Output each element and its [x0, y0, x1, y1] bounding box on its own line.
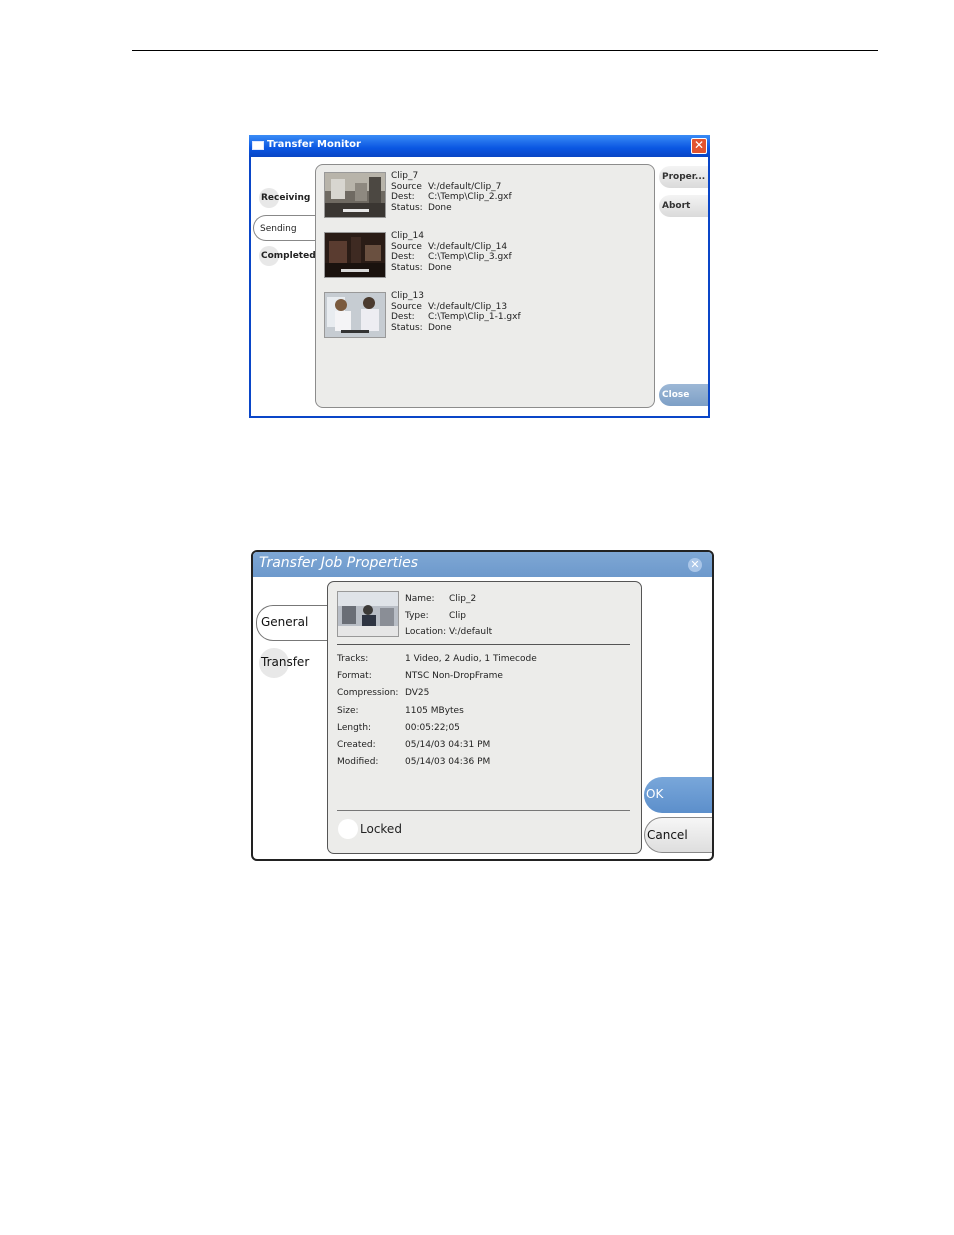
- list-item[interactable]: Clip_7 Source V:/default/Clip_7 Dest: C:\T…: [324, 171, 644, 220]
- location-label: Location:: [405, 627, 447, 637]
- page-header-rule: [132, 50, 878, 51]
- field-value: DV25: [405, 688, 430, 698]
- status-label: Status:: [391, 202, 423, 213]
- location-value: V:/default: [449, 627, 493, 637]
- close-icon[interactable]: ✕: [688, 558, 702, 572]
- ok-button[interactable]: OK: [644, 777, 712, 813]
- source-value: V:/default/Clip_13: [428, 301, 508, 312]
- clip-info: Clip_14 Source V:/default/Clip_14 Dest: C:…: [391, 231, 512, 273]
- clip-name: Clip_13: [391, 291, 424, 301]
- tab-label: Receiving: [261, 193, 311, 203]
- tab-label: General: [261, 615, 309, 629]
- titlebar: Transfer Job Properties ✕: [253, 552, 712, 577]
- abort-button[interactable]: Abort: [659, 195, 708, 217]
- tab-transfer[interactable]: Transfer: [259, 646, 319, 680]
- source-value: V:/default/Clip_7: [428, 181, 502, 192]
- field-label: Created:: [337, 740, 376, 750]
- transfer-list-panel: Clip_7 Source V:/default/Clip_7 Dest: C:\T…: [315, 164, 655, 408]
- field-label: Modified:: [337, 757, 379, 767]
- clip-thumbnail: [324, 232, 386, 278]
- divider: [337, 644, 630, 645]
- status-label: Status:: [391, 322, 423, 333]
- dialog-title: Transfer Job Properties: [259, 555, 419, 571]
- tab-label: Sending: [260, 224, 297, 234]
- field-label: Compression:: [337, 688, 399, 698]
- status-label: Status:: [391, 262, 423, 273]
- tab-label: Transfer: [261, 655, 310, 669]
- properties-button[interactable]: Proper...: [659, 166, 708, 188]
- clip-name: Clip_14: [391, 231, 424, 241]
- status-value: Done: [428, 262, 452, 273]
- general-panel: Name: Clip_2 Type: Clip Location: V:/def…: [327, 581, 642, 854]
- locked-checkbox[interactable]: [338, 819, 358, 839]
- status-value: Done: [428, 202, 452, 213]
- clip-info: Clip_7 Source V:/default/Clip_7 Dest: C:\T…: [391, 171, 512, 213]
- clip-thumbnail: [337, 591, 399, 637]
- transfer-monitor-window: Transfer Monitor ✕ Receiving Sending Com…: [249, 135, 710, 418]
- clip-thumbnail: [324, 172, 386, 218]
- dest-value: C:\Temp\Clip_2.gxf: [428, 192, 512, 202]
- field-label: Length:: [337, 723, 372, 733]
- name-label: Name:: [405, 594, 435, 604]
- clip-info: Clip_13 Source V:/default/Clip_13 Dest: C:…: [391, 291, 521, 333]
- list-item[interactable]: Clip_14 Source V:/default/Clip_14 Dest: C:…: [324, 231, 644, 280]
- field-label: Size:: [337, 706, 359, 716]
- divider: [337, 810, 630, 811]
- source-label: Source: [391, 241, 422, 252]
- type-label: Type:: [405, 611, 429, 621]
- dest-value: C:\Temp\Clip_3.gxf: [428, 252, 512, 262]
- status-value: Done: [428, 322, 452, 333]
- name-value: Clip_2: [449, 594, 477, 604]
- transfer-job-properties-dialog: Transfer Job Properties ✕ General Transf…: [251, 550, 714, 861]
- source-label: Source: [391, 301, 422, 312]
- dest-label: Dest:: [391, 192, 415, 202]
- tab-sending[interactable]: Sending: [253, 215, 316, 241]
- type-value: Clip: [449, 611, 466, 621]
- window-title: Transfer Monitor: [267, 139, 361, 150]
- dest-label: Dest:: [391, 252, 415, 262]
- source-value: V:/default/Clip_14: [428, 241, 508, 252]
- tab-label: Completed: [261, 251, 316, 261]
- close-icon[interactable]: ✕: [691, 138, 707, 154]
- field-value: 1105 MBytes: [405, 706, 464, 716]
- field-value: 05/14/03 04:31 PM: [405, 740, 491, 750]
- tab-general[interactable]: General: [256, 605, 329, 641]
- tab-receiving[interactable]: Receiving: [255, 185, 315, 211]
- window-body: Receiving Sending Completed Clip_7 Sourc…: [251, 157, 708, 416]
- window-icon: [252, 141, 264, 150]
- dest-label: Dest:: [391, 312, 415, 322]
- field-label: Tracks:: [337, 654, 369, 664]
- close-button[interactable]: Close: [659, 384, 708, 406]
- field-label: Format:: [337, 671, 372, 681]
- list-item[interactable]: Clip_13 Source V:/default/Clip_13 Dest: C:…: [324, 291, 644, 340]
- field-value: 00:05:22;05: [405, 723, 460, 733]
- clip-name: Clip_7: [391, 171, 419, 181]
- tab-completed[interactable]: Completed: [255, 243, 317, 269]
- titlebar: Transfer Monitor ✕: [249, 135, 710, 157]
- clip-thumbnail: [324, 292, 386, 338]
- cancel-button[interactable]: Cancel: [644, 817, 712, 853]
- source-label: Source: [391, 181, 422, 192]
- locked-label: Locked: [360, 822, 402, 836]
- field-value: 1 Video, 2 Audio, 1 Timecode: [405, 654, 537, 664]
- field-value: NTSC Non-DropFrame: [405, 671, 503, 681]
- dest-value: C:\Temp\Clip_1-1.gxf: [428, 312, 521, 322]
- field-value: 05/14/03 04:36 PM: [405, 757, 491, 767]
